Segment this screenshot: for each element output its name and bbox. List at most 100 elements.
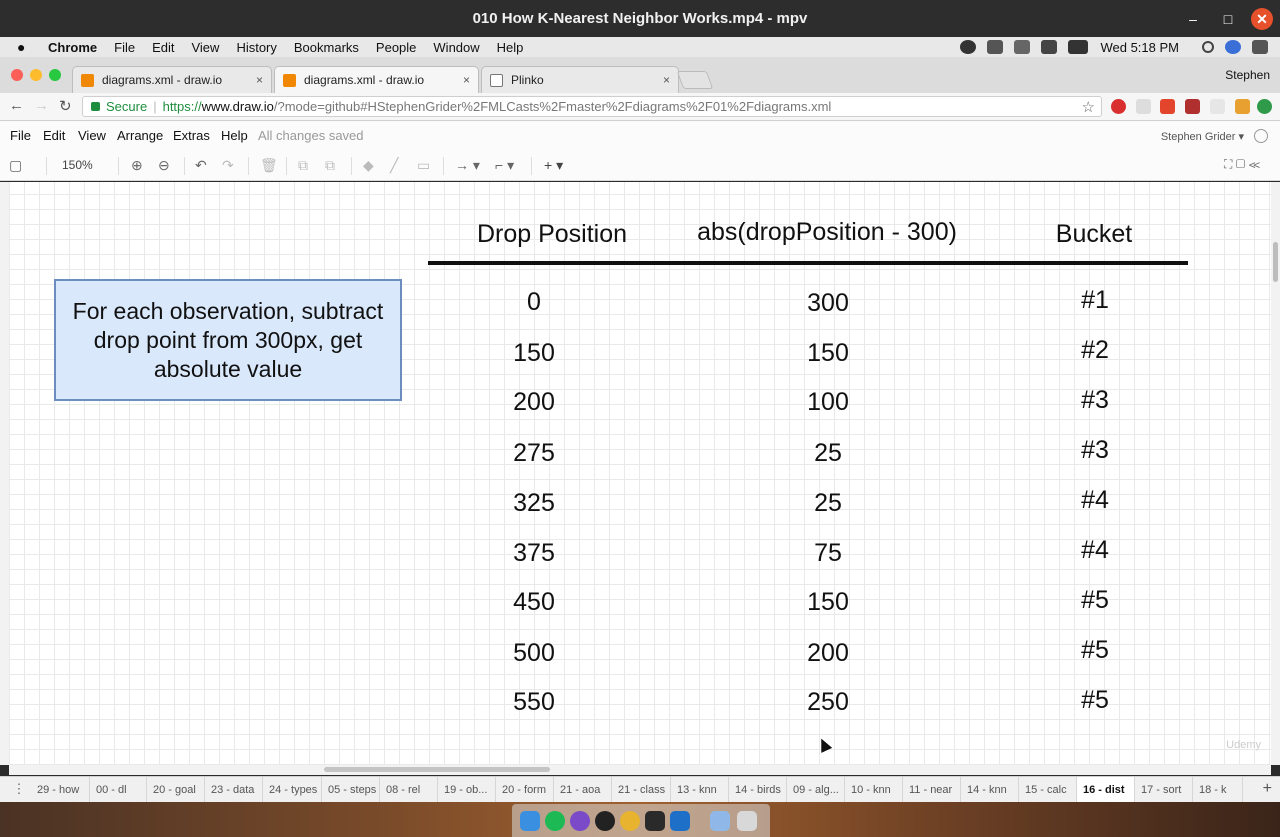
abs-cell[interactable]: 150 — [748, 588, 908, 617]
line-color-icon[interactable]: ╱ — [390, 157, 398, 174]
abs-cell[interactable]: 250 — [748, 688, 908, 717]
menu-edit[interactable]: Edit — [152, 40, 174, 55]
bucket-cell[interactable]: #5 — [1015, 686, 1175, 715]
tab-close-icon[interactable]: × — [663, 73, 670, 87]
fullscreen-icon[interactable]: ⛶ ▢ ≪ — [1224, 157, 1260, 172]
maximize-button[interactable]: □ — [1217, 8, 1239, 30]
obs-icon[interactable] — [595, 811, 615, 831]
page-tab[interactable]: 20 - goal — [147, 777, 205, 802]
glasses-tray-icon[interactable] — [1014, 40, 1031, 54]
bookmark-star-icon[interactable]: ☆ — [1082, 98, 1095, 116]
header-abs-distance[interactable]: abs(dropPosition - 300) — [677, 218, 977, 247]
css-extension-icon[interactable] — [1136, 99, 1151, 114]
menu-window[interactable]: Window — [433, 40, 479, 55]
drop-cell[interactable]: 0 — [454, 288, 614, 317]
bucket-cell[interactable]: #3 — [1015, 436, 1175, 465]
green-extension-icon[interactable] — [1257, 99, 1272, 114]
page-tab[interactable]: 20 - form — [496, 777, 554, 802]
page-tab[interactable]: 08 - rel — [380, 777, 438, 802]
drop-cell[interactable]: 325 — [454, 489, 614, 518]
page-tab[interactable]: 10 - knn — [845, 777, 903, 802]
chrome-icon[interactable] — [620, 811, 640, 831]
zoom-in-icon[interactable]: ⊕ — [131, 157, 143, 174]
page-tab[interactable]: 29 - how — [31, 777, 90, 802]
menu-people[interactable]: People — [376, 40, 416, 55]
menubar-clock[interactable]: Wed 5:18 PM — [1100, 40, 1179, 55]
to-front-icon[interactable]: ⧉ — [298, 157, 308, 174]
language-globe-icon[interactable] — [1254, 129, 1268, 143]
siri-icon[interactable] — [1225, 40, 1241, 54]
page-tab[interactable]: 00 - dl — [90, 777, 147, 802]
drawio-menu-view[interactable]: View — [78, 128, 106, 143]
header-bucket[interactable]: Bucket — [1034, 220, 1154, 249]
zoom-select[interactable]: 150% — [62, 158, 93, 172]
redo-icon[interactable]: ↷ — [222, 157, 234, 174]
abs-cell[interactable]: 75 — [748, 539, 908, 568]
bucket-cell[interactable]: #4 — [1015, 486, 1175, 515]
drop-cell[interactable]: 500 — [454, 639, 614, 668]
abs-cell[interactable]: 25 — [748, 439, 908, 468]
obs-tray-icon[interactable] — [960, 40, 977, 54]
page-tab[interactable]: 15 - calc — [1019, 777, 1077, 802]
tab-close-icon[interactable]: × — [256, 73, 263, 87]
vscode-icon[interactable] — [670, 811, 690, 831]
downloads-folder-icon[interactable] — [710, 811, 730, 831]
drawio-user-menu[interactable]: Stephen Grider ▾ — [1161, 130, 1244, 143]
tab-close-icon[interactable]: × — [463, 73, 470, 87]
drawio-menu-edit[interactable]: Edit — [43, 128, 65, 143]
address-bar[interactable]: Secure | https://www.draw.io/?mode=githu… — [82, 96, 1102, 117]
vertical-scrollbar[interactable] — [1273, 242, 1278, 282]
page-tab-active[interactable]: 16 - dist — [1077, 777, 1135, 802]
apple-icon[interactable]: ● — [17, 39, 31, 55]
browser-tab-3[interactable]: Plinko × — [481, 66, 679, 93]
page-tab[interactable]: 09 - alg... — [787, 777, 845, 802]
drop-cell[interactable]: 200 — [454, 388, 614, 417]
drawio-menu-extras[interactable]: Extras — [173, 128, 210, 143]
notification-list-icon[interactable] — [1252, 40, 1268, 54]
page-tab[interactable]: 21 - class — [612, 777, 671, 802]
reload-button[interactable]: ↻ — [59, 97, 72, 115]
bucket-cell[interactable]: #5 — [1015, 586, 1175, 615]
pages-menu-icon[interactable]: ⋮ — [8, 781, 30, 799]
fox-extension-icon[interactable] — [1235, 99, 1250, 114]
bucket-cell[interactable]: #4 — [1015, 536, 1175, 565]
drop-cell[interactable]: 275 — [454, 439, 614, 468]
forward-button[interactable]: → — [34, 97, 49, 114]
zoom-out-icon[interactable]: ⊖ — [158, 157, 170, 174]
minimize-button[interactable]: – — [1182, 8, 1204, 30]
drawio-menu-arrange[interactable]: Arrange — [117, 128, 163, 143]
page-tab[interactable]: 17 - sort — [1135, 777, 1193, 802]
page-tab[interactable]: 14 - birds — [729, 777, 787, 802]
wifi-icon[interactable] — [1041, 40, 1058, 54]
page-tab[interactable]: 23 - data — [205, 777, 263, 802]
menu-view[interactable]: View — [191, 40, 219, 55]
diagram-canvas[interactable]: For each observation, subtract drop poin… — [9, 182, 1271, 765]
menu-history[interactable]: History — [236, 40, 276, 55]
battery-icon[interactable] — [1068, 40, 1089, 54]
finder-icon[interactable] — [520, 811, 540, 831]
ghost-extension-icon[interactable] — [1210, 99, 1225, 114]
undo-icon[interactable]: ↶ — [195, 157, 207, 174]
drop-cell[interactable]: 150 — [454, 339, 614, 368]
format-panel-icon[interactable]: ▢ — [9, 157, 22, 174]
opera-extension-icon[interactable] — [1111, 99, 1126, 114]
page-tab[interactable]: 11 - near — [903, 777, 961, 802]
bucket-cell[interactable]: #5 — [1015, 636, 1175, 665]
docker-tray-icon[interactable] — [987, 40, 1004, 54]
browser-tab-1[interactable]: diagrams.xml - draw.io × — [72, 66, 272, 93]
page-tab[interactable]: 13 - knn — [671, 777, 729, 802]
shadow-icon[interactable]: ▭ — [417, 157, 430, 174]
new-tab-button[interactable] — [676, 71, 714, 89]
traffic-minimize-icon[interactable] — [30, 69, 42, 81]
connection-style-icon[interactable]: → ▾ — [455, 157, 480, 174]
drop-cell[interactable]: 450 — [454, 588, 614, 617]
abs-cell[interactable]: 25 — [748, 489, 908, 518]
drop-cell[interactable]: 375 — [454, 539, 614, 568]
page-tab[interactable]: 14 - knn — [961, 777, 1019, 802]
badge-extension-icon[interactable] — [1185, 99, 1200, 114]
drop-cell[interactable]: 550 — [454, 688, 614, 717]
horizontal-scrollbar[interactable] — [324, 767, 550, 772]
traffic-zoom-icon[interactable] — [49, 69, 61, 81]
page-tab[interactable]: 18 - k — [1193, 777, 1243, 802]
page-tab[interactable]: 05 - steps — [322, 777, 380, 802]
